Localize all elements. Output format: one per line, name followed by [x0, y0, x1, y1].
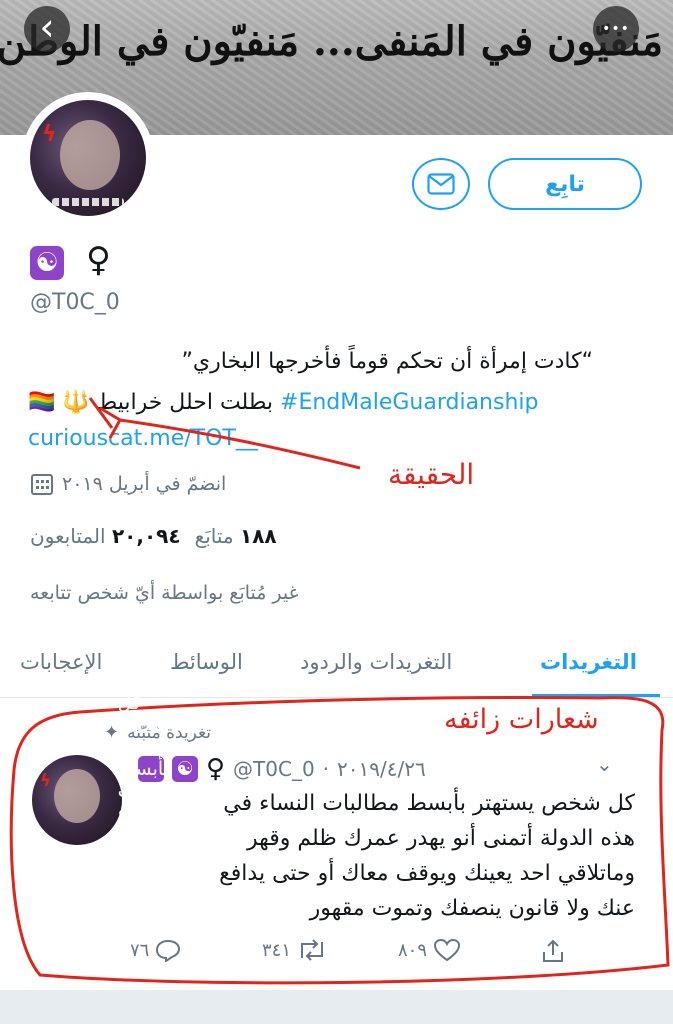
like-button[interactable]: ٨٠٩: [398, 938, 461, 962]
message-button[interactable]: [412, 158, 470, 210]
annotation-truth: الحقيقة: [388, 458, 475, 491]
joined-date: انضمّ في أبريل ٢٠١٩: [30, 472, 226, 496]
like-count: ٨٠٩: [398, 939, 428, 961]
more-button[interactable]: •••: [593, 6, 639, 52]
tab-tweets[interactable]: التغريدات: [540, 650, 637, 674]
tab-tweets-and-replies[interactable]: التغريدات والردود: [300, 650, 452, 674]
reply-button[interactable]: ٧٦: [130, 938, 181, 962]
tweet-separator: ·: [322, 757, 330, 781]
share-button[interactable]: [540, 938, 566, 964]
female-sign-icon: ♀: [86, 240, 111, 280]
share-icon: [543, 939, 563, 962]
profile-avatar[interactable]: ϟ: [22, 92, 154, 224]
tweet-line: كل شخص يستهتر بأبسط مطالبات النساء في: [223, 791, 635, 816]
follow-stats: ١٨٨ متابَع ٢٠,٠٩٤ المتابعون: [30, 524, 300, 548]
profile-bio: “كادت إمرأة أن تحكم قوماً فأخرجها البخار…: [28, 346, 593, 378]
chevron-left-icon: ‹: [39, 5, 55, 49]
rainbow-flag-icon: 🏳️‍🌈: [28, 390, 56, 415]
tweet-avatar[interactable]: ϟ: [32, 755, 122, 845]
tweet-text: كل شخص يستهتر بأبسط مطالبات النساء في هذ…: [150, 786, 635, 926]
following-count: ١٨٨: [240, 524, 277, 548]
not-followed-note: غير مُتابَع بواسطة أيّ شخص تتابعه: [30, 582, 299, 604]
annotation-arrow: [88, 397, 361, 470]
bottom-separator: [0, 990, 673, 1024]
tweet-date: ٢٠١٩/٤/٢٦: [337, 757, 426, 781]
followers-stat[interactable]: ٢٠,٠٩٤ المتابعون: [30, 524, 181, 548]
yin-yang-icon: ☯: [30, 246, 64, 280]
retweet-count: ٣٤١: [262, 939, 292, 961]
tweet-yin-yang-icon: كل شخص يستهتر بأبسط مطالبات النساء في: [117, 692, 185, 846]
followers-count: ٢٠,٠٩٤: [111, 524, 181, 548]
chevron-down-icon[interactable]: ⌄: [596, 752, 613, 776]
bio-line-1: “كادت إمرأة أن تحكم قوماً فأخرجها البخار…: [181, 349, 593, 374]
follow-button[interactable]: تابِع: [488, 158, 642, 210]
envelope-icon: [427, 173, 455, 195]
following-label: متابَع: [194, 524, 234, 548]
retweet-icon: [301, 939, 324, 961]
tweet-line: وماتلاقي احد يعينك ويوقف معاك أو حتى يدا…: [219, 861, 635, 886]
tweet-handle: @T0C_0: [233, 757, 315, 781]
profile-handle: @T0C_0: [30, 290, 120, 315]
following-stat[interactable]: ١٨٨ متابَع: [195, 524, 277, 548]
tweet-line: هذه الدولة أتمنى أنو يهدر عمرك ظلم وقهر: [246, 826, 635, 851]
tweet-avatar-image: ϟ: [32, 755, 122, 845]
reply-icon: [156, 939, 181, 962]
tab-media[interactable]: الوسائط: [170, 650, 243, 674]
retweet-button[interactable]: ٣٤١: [262, 938, 327, 962]
tweet-header: كل شخص يستهتر بأبسط مطالبات النساء في ☯ …: [117, 692, 638, 846]
tweet-line: عنك ولا قانون ينصفك وتموت مقهور: [309, 896, 635, 921]
banner-text: مَنفيّون في المَنفى... مَنفيّون في الوطن: [0, 18, 663, 65]
calendar-icon: [31, 474, 53, 495]
tweet-badge-icon: ☯: [172, 756, 198, 782]
annotation-fake-slogans: شعارات زائفه: [444, 704, 599, 735]
joined-text: انضمّ في أبريل ٢٠١٩: [62, 473, 227, 495]
heart-icon: [434, 938, 461, 962]
back-button[interactable]: ‹: [24, 6, 70, 52]
tweet-female-sign-icon: ♀: [206, 754, 226, 784]
more-icon: •••: [602, 21, 630, 37]
reply-count: ٧٦: [130, 939, 150, 961]
followers-label: المتابعون: [30, 524, 106, 548]
avatar-image: ϟ: [30, 100, 146, 216]
tab-likes[interactable]: الإعجابات: [20, 650, 102, 674]
